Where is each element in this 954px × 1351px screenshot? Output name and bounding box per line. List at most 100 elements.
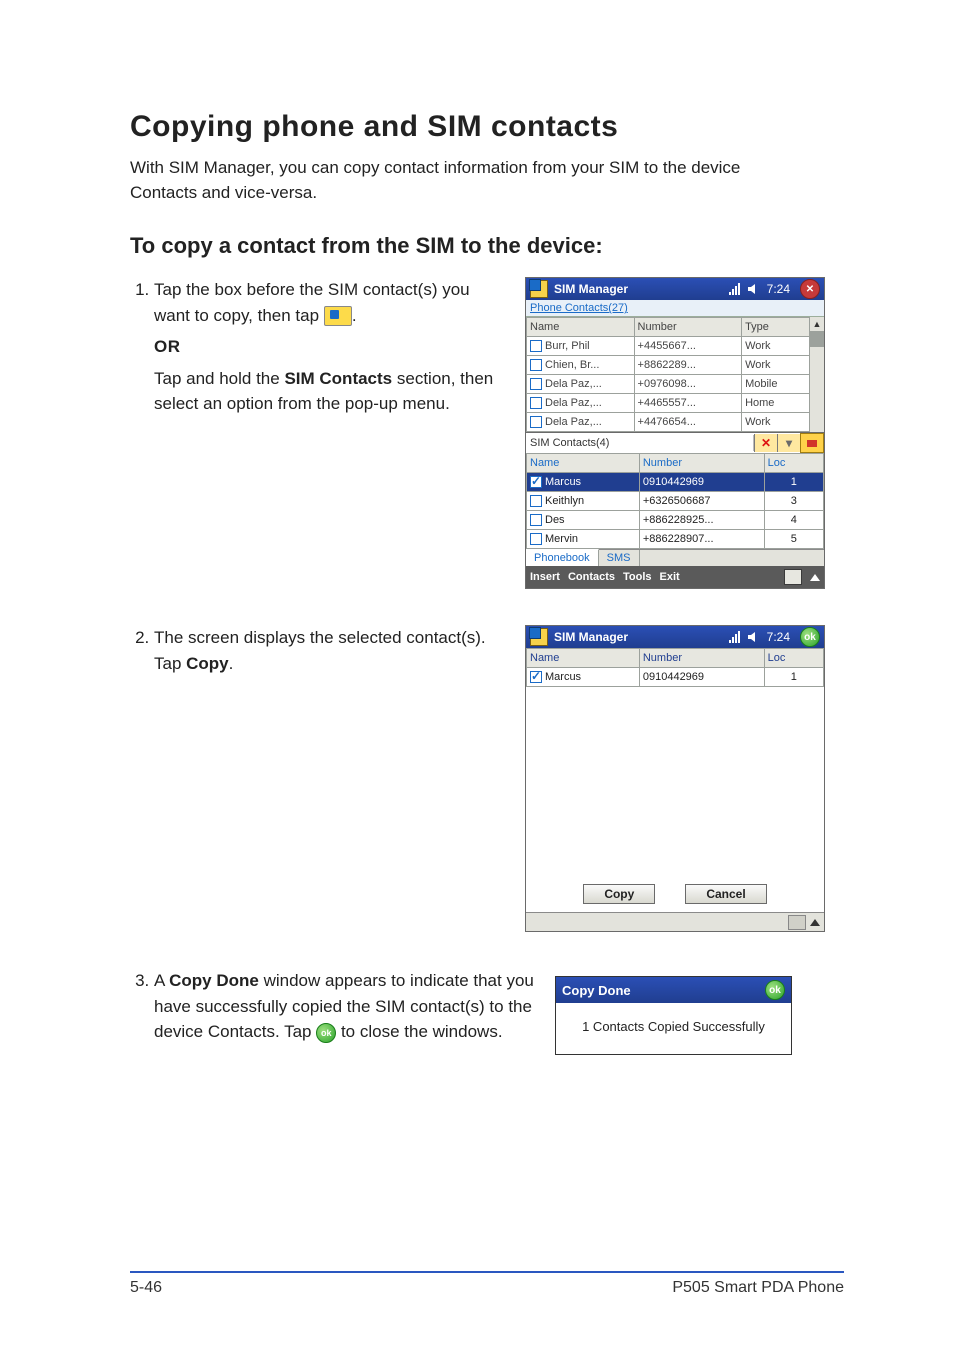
keyboard-icon[interactable] [784, 569, 802, 585]
menu-up-icon[interactable] [810, 919, 820, 926]
step3-text-c: to close the windows. [336, 1022, 502, 1041]
checkbox-icon[interactable] [530, 533, 542, 545]
menu-contacts[interactable]: Contacts [568, 571, 615, 583]
dialog-body: 1 Contacts Copied Successfully [556, 1003, 791, 1054]
col-number[interactable]: Number [639, 649, 764, 668]
checkbox-icon[interactable] [530, 340, 542, 352]
button-row: Copy Cancel [526, 878, 824, 912]
checkbox-icon[interactable] [530, 359, 542, 371]
delete-button[interactable]: ✕ [754, 434, 777, 452]
sim-contacts-table: Name Number Loc Marcus09104429691 Keithl… [526, 453, 824, 549]
row-step-2: The screen displays the selected contact… [130, 625, 844, 932]
col-loc[interactable]: Loc [764, 649, 823, 668]
scroll-up-icon[interactable]: ▲ [810, 317, 824, 331]
menu-tools[interactable]: Tools [623, 571, 652, 583]
window-titlebar: SIM Manager 7:24 ok [526, 626, 824, 648]
window-title: SIM Manager [554, 630, 628, 644]
copy-icon [324, 306, 352, 326]
col-loc[interactable]: Loc [764, 454, 823, 473]
step3-text-a: A [154, 971, 169, 990]
menu-insert[interactable]: Insert [530, 571, 560, 583]
clock-label: 7:24 [767, 630, 790, 644]
menu-up-icon[interactable] [810, 574, 820, 581]
col-number[interactable]: Number [639, 454, 764, 473]
signal-icon [727, 282, 741, 296]
step2-text: The screen displays the selected contact… [130, 625, 505, 694]
ok-button[interactable]: ok [800, 627, 820, 647]
sim-contacts-header: SIM Contacts(4) ✕ ▾ [526, 432, 824, 453]
clock-label: 7:24 [767, 282, 790, 296]
col-type[interactable]: Type [742, 318, 810, 337]
page-heading: Copying phone and SIM contacts [130, 110, 844, 144]
app-icon [530, 628, 548, 646]
page-number: 5-46 [130, 1279, 162, 1297]
step1-bold: SIM Contacts [284, 369, 392, 388]
keyboard-icon[interactable] [788, 915, 806, 930]
copy-to-contacts-button[interactable] [800, 433, 824, 453]
section-subhead: To copy a contact from the SIM to the de… [130, 233, 844, 259]
copy-contact-icon [807, 440, 817, 447]
col-number[interactable]: Number [634, 318, 742, 337]
selected-table: Name Number Loc Marcus 0910442969 1 [526, 648, 824, 687]
menu-exit[interactable]: Exit [660, 571, 680, 583]
intro-paragraph: With SIM Manager, you can copy contact i… [130, 156, 810, 205]
cancel-button[interactable]: Cancel [685, 884, 766, 904]
table-row[interactable]: Dela Paz,...+4476654...Work [527, 413, 810, 432]
ok-icon: ok [316, 1023, 336, 1043]
checkbox-icon[interactable] [530, 416, 542, 428]
table-row[interactable]: Des+886228925...4 [527, 511, 824, 530]
table-row[interactable]: Dela Paz,...+4465557...Home [527, 394, 810, 413]
row-step-1: Tap the box before the SIM contact(s) yo… [130, 277, 844, 589]
window-titlebar: SIM Manager 7:24 ✕ [526, 278, 824, 300]
ok-button[interactable]: ok [765, 980, 785, 1000]
step3-bold: Copy Done [169, 971, 259, 990]
table-row[interactable]: Marcus09104429691 [527, 473, 824, 492]
checkbox-icon[interactable] [530, 514, 542, 526]
table-row[interactable]: Keithlyn+63265066873 [527, 492, 824, 511]
phone-contacts-header[interactable]: Phone Contacts(27) [526, 300, 824, 317]
screenshot-sim-manager-main: SIM Manager 7:24 ✕ Phone Contacts(27) Na… [525, 277, 825, 589]
tab-sms[interactable]: SMS [599, 550, 640, 566]
phone-contacts-table: Name Number Type Burr, Phil+4455667...Wo… [526, 317, 810, 432]
col-name[interactable]: Name [527, 649, 640, 668]
foot-bar [526, 912, 824, 931]
close-icon[interactable]: ✕ [800, 279, 820, 299]
table-row[interactable]: Chien, Br...+8862289...Work [527, 356, 810, 375]
volume-icon [747, 282, 761, 296]
dialog-titlebar: Copy Done ok [556, 977, 791, 1003]
app-icon [530, 280, 548, 298]
copy-button[interactable]: Copy [583, 884, 655, 904]
menubar: Insert Contacts Tools Exit [526, 566, 824, 588]
page: Copying phone and SIM contacts With SIM … [0, 0, 954, 1351]
scroll-thumb[interactable] [810, 331, 824, 347]
screenshot-sim-manager-copy: SIM Manager 7:24 ok Name Number Loc Marc… [525, 625, 825, 932]
table-row[interactable]: Mervin+886228907...5 [527, 530, 824, 549]
copy-down-button[interactable]: ▾ [777, 434, 800, 452]
col-name[interactable]: Name [527, 454, 640, 473]
checkbox-icon[interactable] [530, 495, 542, 507]
scrollbar[interactable]: ▲ [810, 317, 824, 432]
row-step-3: A Copy Done window appears to indicate t… [130, 968, 844, 1063]
table-row[interactable]: Marcus 0910442969 1 [527, 668, 824, 687]
tab-bar: Phonebook SMS [526, 549, 824, 566]
table-row[interactable]: Dela Paz,...+0976098...Mobile [527, 375, 810, 394]
step1-text: Tap the box before the SIM contact(s) yo… [130, 277, 505, 435]
step2-text-b: . [229, 654, 234, 673]
volume-icon [747, 630, 761, 644]
checkbox-icon[interactable] [530, 671, 542, 683]
tab-phonebook[interactable]: Phonebook [526, 549, 599, 566]
product-name: P505 Smart PDA Phone [672, 1279, 844, 1297]
table-row[interactable]: Burr, Phil+4455667...Work [527, 337, 810, 356]
step3-text: A Copy Done window appears to indicate t… [130, 968, 535, 1063]
checkbox-icon[interactable] [530, 397, 542, 409]
copy-done-dialog: Copy Done ok 1 Contacts Copied Successfu… [555, 976, 792, 1055]
dialog-title: Copy Done [562, 983, 631, 998]
col-name[interactable]: Name [527, 318, 635, 337]
step1-text-a: Tap the box before the SIM contact(s) yo… [154, 280, 470, 325]
step1-text-b1: Tap and hold the [154, 369, 284, 388]
checkbox-icon[interactable] [530, 476, 542, 488]
page-footer: 5-46 P505 Smart PDA Phone [130, 1271, 844, 1297]
checkbox-icon[interactable] [530, 378, 542, 390]
signal-icon [727, 630, 741, 644]
step2-bold: Copy [186, 654, 229, 673]
